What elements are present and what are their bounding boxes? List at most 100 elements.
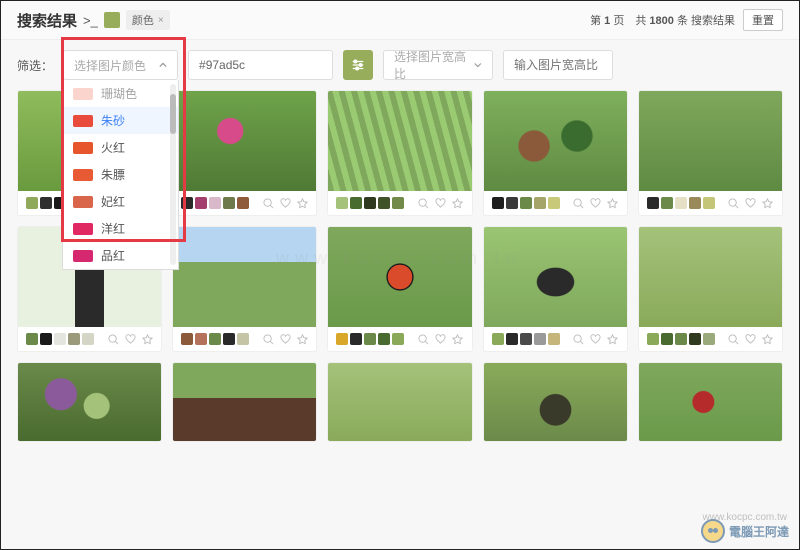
swatch[interactable] bbox=[392, 197, 404, 209]
heart-icon[interactable] bbox=[745, 197, 757, 209]
heart-icon[interactable] bbox=[279, 333, 291, 345]
result-card[interactable] bbox=[483, 90, 628, 216]
aspect-ratio-select[interactable]: 选择图片宽高比 bbox=[383, 50, 493, 80]
filter-tag-chip[interactable]: 颜色 × bbox=[126, 10, 170, 30]
thumbnail[interactable] bbox=[483, 362, 628, 442]
heart-icon[interactable] bbox=[279, 197, 291, 209]
filter-apply-button[interactable] bbox=[343, 50, 373, 80]
star-icon[interactable] bbox=[762, 333, 774, 345]
heart-icon[interactable] bbox=[435, 333, 447, 345]
result-card[interactable] bbox=[172, 226, 317, 352]
swatch[interactable] bbox=[492, 333, 504, 345]
swatch[interactable] bbox=[336, 197, 348, 209]
heart-icon[interactable] bbox=[435, 197, 447, 209]
swatch[interactable] bbox=[40, 333, 52, 345]
swatch[interactable] bbox=[675, 333, 687, 345]
star-icon[interactable] bbox=[296, 333, 308, 345]
reset-button[interactable]: 重置 bbox=[743, 9, 783, 31]
swatch[interactable] bbox=[689, 333, 701, 345]
swatch[interactable] bbox=[237, 197, 249, 209]
star-icon[interactable] bbox=[141, 333, 153, 345]
swatch[interactable] bbox=[350, 197, 362, 209]
swatch[interactable] bbox=[68, 333, 80, 345]
result-card[interactable] bbox=[172, 90, 317, 216]
swatch[interactable] bbox=[54, 333, 66, 345]
swatch[interactable] bbox=[661, 197, 673, 209]
swatch[interactable] bbox=[195, 333, 207, 345]
swatch[interactable] bbox=[534, 197, 546, 209]
thumbnail[interactable] bbox=[173, 227, 316, 327]
swatch[interactable] bbox=[675, 197, 687, 209]
swatch[interactable] bbox=[350, 333, 362, 345]
swatch[interactable] bbox=[223, 197, 235, 209]
swatch[interactable] bbox=[661, 333, 673, 345]
search-icon[interactable] bbox=[418, 197, 430, 209]
thumbnail[interactable] bbox=[172, 362, 317, 442]
heart-icon[interactable] bbox=[590, 333, 602, 345]
swatch[interactable] bbox=[223, 333, 235, 345]
swatch[interactable] bbox=[534, 333, 546, 345]
thumbnail[interactable] bbox=[328, 91, 471, 191]
color-option[interactable]: 洋红 bbox=[63, 215, 178, 242]
search-icon[interactable] bbox=[418, 333, 430, 345]
color-option[interactable]: 朱膘 bbox=[63, 161, 178, 188]
swatch[interactable] bbox=[703, 197, 715, 209]
swatch[interactable] bbox=[336, 333, 348, 345]
thumbnail[interactable] bbox=[327, 362, 472, 442]
swatch[interactable] bbox=[181, 333, 193, 345]
result-card[interactable] bbox=[638, 226, 783, 352]
swatch[interactable] bbox=[492, 197, 504, 209]
swatch[interactable] bbox=[40, 197, 52, 209]
color-option[interactable]: 品红 bbox=[63, 242, 178, 269]
color-option[interactable]: 朱砂 bbox=[63, 107, 178, 134]
swatch[interactable] bbox=[647, 197, 659, 209]
swatch[interactable] bbox=[237, 333, 249, 345]
swatch[interactable] bbox=[209, 197, 221, 209]
color-dropdown-button[interactable]: 选择图片颜色 bbox=[63, 50, 178, 80]
heart-icon[interactable] bbox=[745, 333, 757, 345]
star-icon[interactable] bbox=[452, 333, 464, 345]
swatch[interactable] bbox=[181, 197, 193, 209]
swatch[interactable] bbox=[378, 333, 390, 345]
thumbnail[interactable] bbox=[484, 91, 627, 191]
search-icon[interactable] bbox=[262, 333, 274, 345]
star-icon[interactable] bbox=[452, 197, 464, 209]
swatch[interactable] bbox=[520, 333, 532, 345]
star-icon[interactable] bbox=[296, 197, 308, 209]
result-card[interactable] bbox=[327, 90, 472, 216]
swatch[interactable] bbox=[195, 197, 207, 209]
thumbnail[interactable] bbox=[484, 227, 627, 327]
search-icon[interactable] bbox=[728, 197, 740, 209]
swatch[interactable] bbox=[209, 333, 221, 345]
scrollbar[interactable] bbox=[170, 84, 176, 265]
swatch[interactable] bbox=[647, 333, 659, 345]
swatch[interactable] bbox=[506, 197, 518, 209]
thumbnail[interactable] bbox=[639, 227, 782, 327]
thumbnail[interactable] bbox=[17, 362, 162, 442]
color-option[interactable]: 妃红 bbox=[63, 188, 178, 215]
swatch[interactable] bbox=[26, 333, 38, 345]
swatch[interactable] bbox=[689, 197, 701, 209]
aspect-ratio-input[interactable] bbox=[503, 50, 613, 80]
star-icon[interactable] bbox=[762, 197, 774, 209]
thumbnail[interactable] bbox=[638, 362, 783, 442]
result-card[interactable] bbox=[638, 90, 783, 216]
color-option[interactable]: 火红 bbox=[63, 134, 178, 161]
thumbnail[interactable] bbox=[639, 91, 782, 191]
search-icon[interactable] bbox=[573, 333, 585, 345]
result-card[interactable] bbox=[327, 226, 472, 352]
thumbnail[interactable] bbox=[328, 227, 471, 327]
swatch[interactable] bbox=[548, 333, 560, 345]
heart-icon[interactable] bbox=[590, 197, 602, 209]
color-dropdown[interactable]: 选择图片颜色 珊瑚色朱砂火红朱膘妃红洋红品红 bbox=[63, 50, 178, 80]
close-icon[interactable]: × bbox=[158, 15, 164, 26]
swatch[interactable] bbox=[520, 197, 532, 209]
result-card[interactable] bbox=[483, 226, 628, 352]
swatch[interactable] bbox=[548, 197, 560, 209]
search-icon[interactable] bbox=[728, 333, 740, 345]
star-icon[interactable] bbox=[607, 333, 619, 345]
hex-input[interactable] bbox=[188, 50, 333, 80]
search-icon[interactable] bbox=[107, 333, 119, 345]
swatch[interactable] bbox=[82, 333, 94, 345]
search-icon[interactable] bbox=[573, 197, 585, 209]
